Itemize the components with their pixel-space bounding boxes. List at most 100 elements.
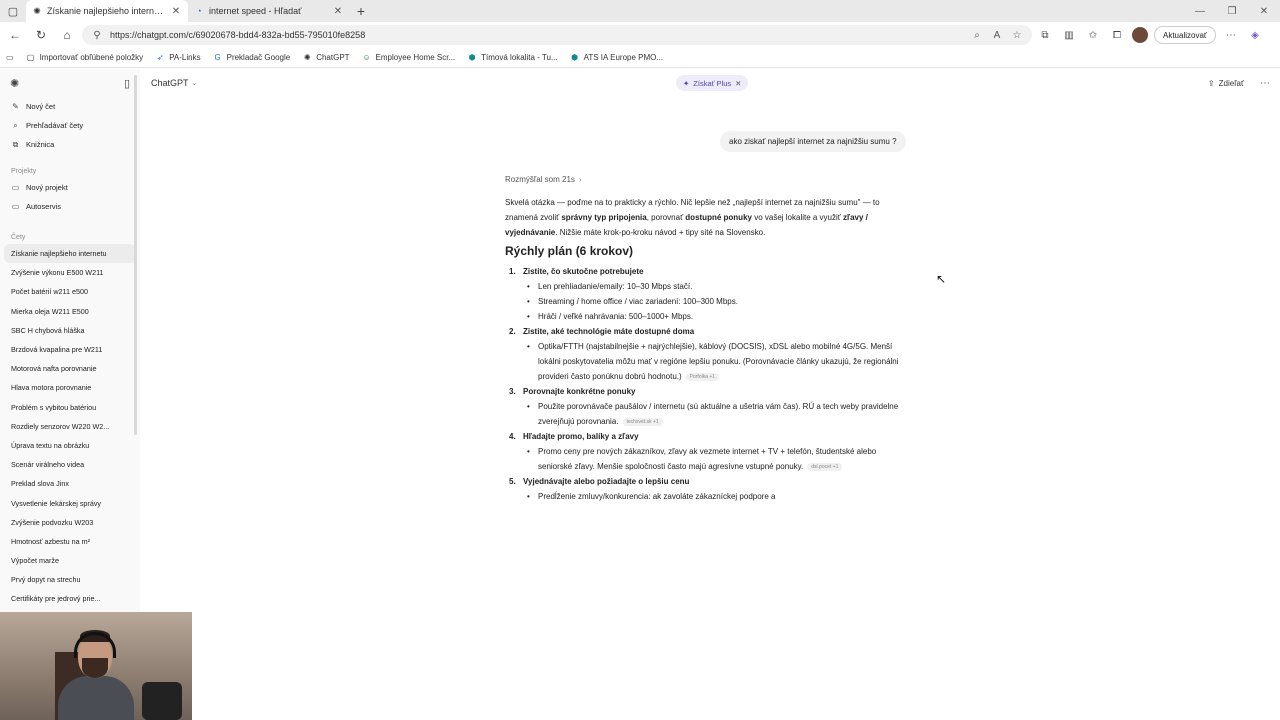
tab-close-icon[interactable]: ✕ [170, 6, 182, 17]
window-controls: — ❐ ✕ [1184, 0, 1280, 22]
chevron-right-icon: › [578, 175, 582, 184]
chat-item[interactable]: Úprava textu na obrázku [0, 436, 140, 455]
split-screen-icon[interactable]: ▥ [1060, 26, 1078, 44]
chat-item[interactable]: Zvýšenie výkonu E500 W211 [0, 263, 140, 282]
intro-text: , porovnať [646, 213, 686, 222]
thought-toggle[interactable]: Rozmýšľal som 21s › [505, 175, 582, 184]
folder-icon: ▢ [26, 53, 35, 62]
citation-chip[interactable]: techsvet.sk +1 [622, 417, 663, 426]
chat-item[interactable]: Rozdiely senzorov W220 W2... [0, 417, 140, 436]
chat-item-active[interactable]: Získanie najlepšieho internetu [4, 244, 136, 264]
chat-item[interactable]: SBC H chybová hláška [0, 321, 140, 340]
new-project-button[interactable]: ▭ Nový projekt [0, 178, 140, 197]
webcam-overlay [0, 612, 192, 720]
chatgpt-icon: ✺ [303, 53, 311, 62]
site-info-icon[interactable]: ⚲ [90, 30, 104, 41]
sidebar-item-label: Nový čet [26, 102, 56, 111]
citation-chip[interactable]: dsl.pocet +1 [807, 462, 843, 471]
bookmark-item[interactable]: ☺ Employee Home Scr... [362, 53, 455, 63]
project-item[interactable]: ▭ Autoservis [0, 197, 140, 216]
read-aloud-icon[interactable]: A [990, 30, 1004, 41]
bookmark-item[interactable]: ▢ Importovať obľúbené položky [26, 53, 143, 63]
step-title: Zistite, aké technológie máte dostupné d… [523, 327, 695, 336]
model-selector[interactable]: ChatGPT ⌄ [151, 78, 197, 88]
bookmark-item[interactable]: ➶ PA-Links [155, 53, 201, 63]
more-options-icon[interactable]: ⋯ [1260, 78, 1270, 89]
chat-item[interactable]: Problém s vybitou batériou [0, 398, 140, 417]
step-title: Vyjednávajte alebo požiadajte o lepšiu c… [523, 477, 690, 486]
citation-chip[interactable]: Porfolka +1 [685, 372, 720, 381]
chats-heading: Čety [11, 234, 26, 241]
chat-item[interactable]: Hlava motora porovnanie [0, 378, 140, 397]
home-icon[interactable]: ⌂ [56, 24, 78, 46]
chat-item[interactable]: Motorová nafta porovnanie [0, 359, 140, 378]
plus-label: Získať Plus [693, 78, 732, 88]
step-number: 4. [509, 432, 516, 441]
close-window-icon[interactable]: ✕ [1248, 0, 1280, 22]
chat-item[interactable]: Výpočet marže [0, 551, 140, 570]
profile-avatar[interactable] [1132, 27, 1148, 43]
bookmark-item[interactable]: ✺ ChatGPT [302, 53, 350, 63]
user-message: ako ziskať najlepší internet za najnižši… [720, 131, 906, 152]
sidebar-toggle-icon[interactable]: ▯ [124, 77, 130, 90]
step-bullet: Len prehliadanie/emaily: 10–30 Mbps stač… [527, 279, 910, 294]
chat-item[interactable]: Prvý dopyt na strechu [0, 570, 140, 589]
team-icon: ⬢ [468, 53, 476, 62]
bookmark-item[interactable]: ⬢ ATS IA Europe PMO... [570, 53, 663, 63]
tab-close-icon[interactable]: ✕ [332, 6, 344, 17]
address-bar[interactable]: ⚲ https://chatgpt.com/c/69020678-bdd4-83… [82, 25, 1032, 45]
url-text[interactable]: https://chatgpt.com/c/69020678-bdd4-832a… [110, 30, 964, 40]
close-icon[interactable]: ✕ [735, 79, 741, 88]
reload-icon[interactable]: ↻ [30, 24, 52, 46]
chat-item[interactable]: Scenár virálneho videa [0, 455, 140, 474]
new-tab-button[interactable]: + [350, 0, 372, 22]
share-button[interactable]: ⇪ Zdieľať [1208, 79, 1244, 88]
bookmark-item[interactable]: G Prekladač Google [213, 53, 290, 63]
step-item: 4. Hľadajte promo, balíky a zľavy Promo c… [505, 429, 910, 474]
bookmark-label: PA-Links [169, 53, 201, 62]
favorite-star-icon[interactable]: ☆ [1010, 30, 1024, 41]
collections-icon[interactable]: ⧠ [1108, 26, 1126, 44]
search-icon: ⌕ [13, 120, 18, 130]
new-chat-button[interactable]: ✎ Nový čet [0, 97, 140, 116]
plus-sparkle-icon: ✦ [683, 78, 690, 88]
zoom-icon[interactable]: ⌕ [970, 30, 984, 41]
chat-item[interactable]: Zvýšenie podvozku W203 [0, 513, 140, 532]
bookmark-label: ATS IA Europe PMO... [583, 53, 664, 62]
bookmarks-bar: ▭ ▢ Importovať obľúbené položky ➶ PA-Links… [0, 48, 1280, 68]
bookmarks-toggle-icon[interactable]: ▭ [6, 53, 14, 62]
extensions-icon[interactable]: ⧉ [1036, 26, 1054, 44]
browser-tab-active[interactable]: ✺ Získanie najlepšieho internetu ✕ [26, 0, 188, 22]
copilot-icon[interactable]: ◈ [1246, 26, 1264, 44]
favorites-icon[interactable]: ✩ [1084, 26, 1102, 44]
chat-item[interactable]: Brzdová kvapalina pre W211 [0, 340, 140, 359]
search-chats-button[interactable]: ⌕ Prehľadávať čety [0, 116, 140, 135]
more-menu-icon[interactable]: ⋯ [1222, 26, 1240, 44]
back-icon[interactable]: ← [4, 24, 26, 46]
browser-tab-strip: ▢ ✺ Získanie najlepšieho internetu ✕ ◔ i… [0, 0, 1280, 22]
minimize-icon[interactable]: — [1184, 0, 1216, 22]
team-icon: ⬢ [571, 53, 579, 62]
library-button[interactable]: ⧉ Knižnica [0, 135, 140, 154]
update-button[interactable]: Aktualizovať [1154, 26, 1216, 44]
chat-item[interactable]: Mierka oleja W211 E500 [0, 302, 140, 321]
intro-bold: dostupné ponuky [685, 213, 752, 222]
chat-item[interactable]: Vysvetlenie lekárskej správy [0, 493, 140, 512]
tab-actions-icon[interactable]: ▢ [0, 0, 26, 22]
sidebar-scrollbar[interactable] [134, 75, 137, 435]
browser-tab[interactable]: ◔ internet speed - Hľadať ✕ [188, 0, 350, 22]
step-bullet: Predĺženie zmluvy/konkurencia: ak zavolá… [527, 489, 910, 504]
webcam-person-body [58, 676, 134, 720]
chat-item[interactable]: Preklad slova Jinx [0, 474, 140, 493]
openai-logo-icon[interactable]: ✺ [10, 77, 19, 90]
chat-item[interactable]: Hmotnosť azbestu na m² [0, 532, 140, 551]
get-plus-button[interactable]: ✦ Získať Plus ✕ [676, 75, 749, 91]
bookmark-item[interactable]: ⬢ Tímová lokalita - Tu... [467, 53, 558, 63]
sidebar-item-label: Autoservis [26, 202, 62, 211]
chat-item[interactable]: Počet batérií w211 e500 [0, 282, 140, 301]
step-bullet: Streaming / home office / viac zariadení… [527, 294, 910, 309]
bullet-text: Len prehliadanie/emaily: 10–30 Mbps stač… [538, 282, 693, 291]
intro-paragraph: Skvelá otázka — poďme na to prakticky a … [505, 195, 910, 240]
maximize-icon[interactable]: ❐ [1216, 0, 1248, 22]
chat-item[interactable]: Certifikáty pre jedrový prie... [0, 589, 140, 608]
